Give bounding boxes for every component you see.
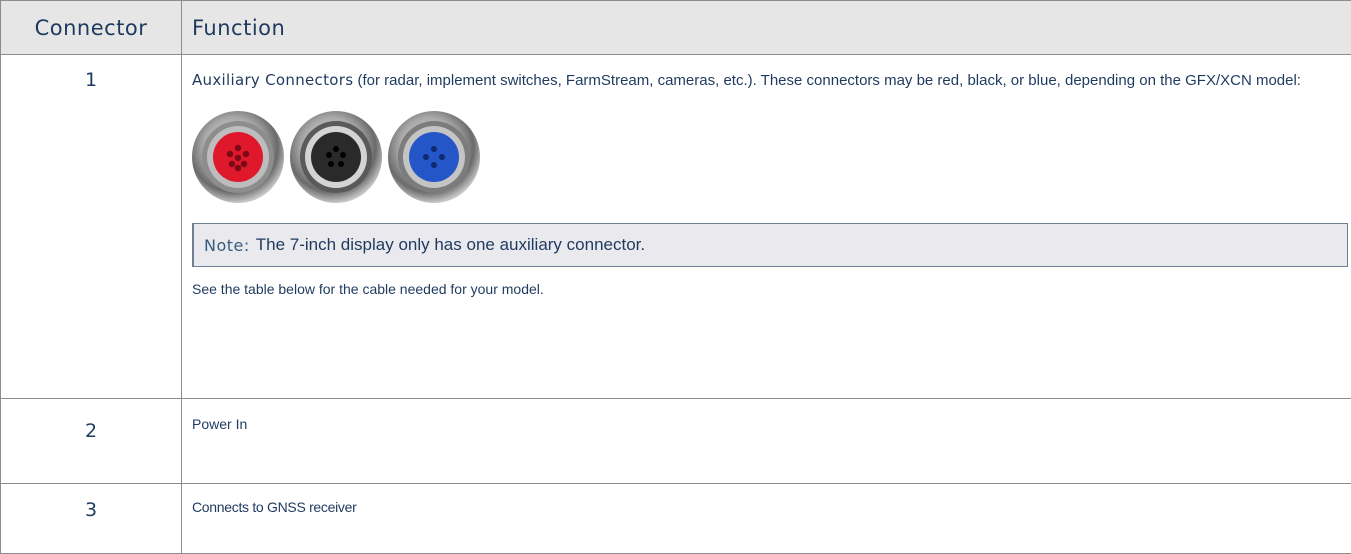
connector-number: 1 <box>1 55 182 399</box>
auxiliary-description: Auxiliary Connectors (for radar, impleme… <box>192 55 1351 94</box>
note-text: The 7-inch display only has one auxiliar… <box>256 235 645 255</box>
connector-number: 3 <box>1 484 182 554</box>
table-row: 2 Power In <box>1 399 1351 484</box>
function-cell: Auxiliary Connectors (for radar, impleme… <box>182 55 1351 399</box>
function-cell: Power In <box>182 399 1351 484</box>
table-row: 3 Connects to GNSS receiver <box>1 484 1351 554</box>
connector-function-table: Connector Function 1 Auxiliary Connector… <box>0 0 1351 554</box>
connector-images <box>190 108 1351 206</box>
blue-connector-image <box>386 108 482 206</box>
note-label: Note: <box>204 236 250 255</box>
function-text: Power In <box>192 399 1351 432</box>
auxiliary-description-text: (for radar, implement switches, FarmStre… <box>353 72 1301 89</box>
table-header-row: Connector Function <box>1 1 1351 55</box>
table-row: 1 Auxiliary Connectors (for radar, imple… <box>1 55 1351 399</box>
cable-reference-text: See the table below for the cable needed… <box>192 267 1351 297</box>
red-connector-image <box>190 108 286 206</box>
function-column-header: Function <box>182 1 1351 55</box>
auxiliary-connectors-term: Auxiliary Connectors <box>192 71 353 89</box>
note-box: Note: The 7-inch display only has one au… <box>192 223 1348 267</box>
function-cell: Connects to GNSS receiver <box>182 484 1351 554</box>
connector-number: 2 <box>1 399 182 484</box>
function-text: Connects to GNSS receiver <box>192 484 1351 515</box>
black-connector-image <box>288 108 384 206</box>
connector-column-header: Connector <box>1 1 182 55</box>
